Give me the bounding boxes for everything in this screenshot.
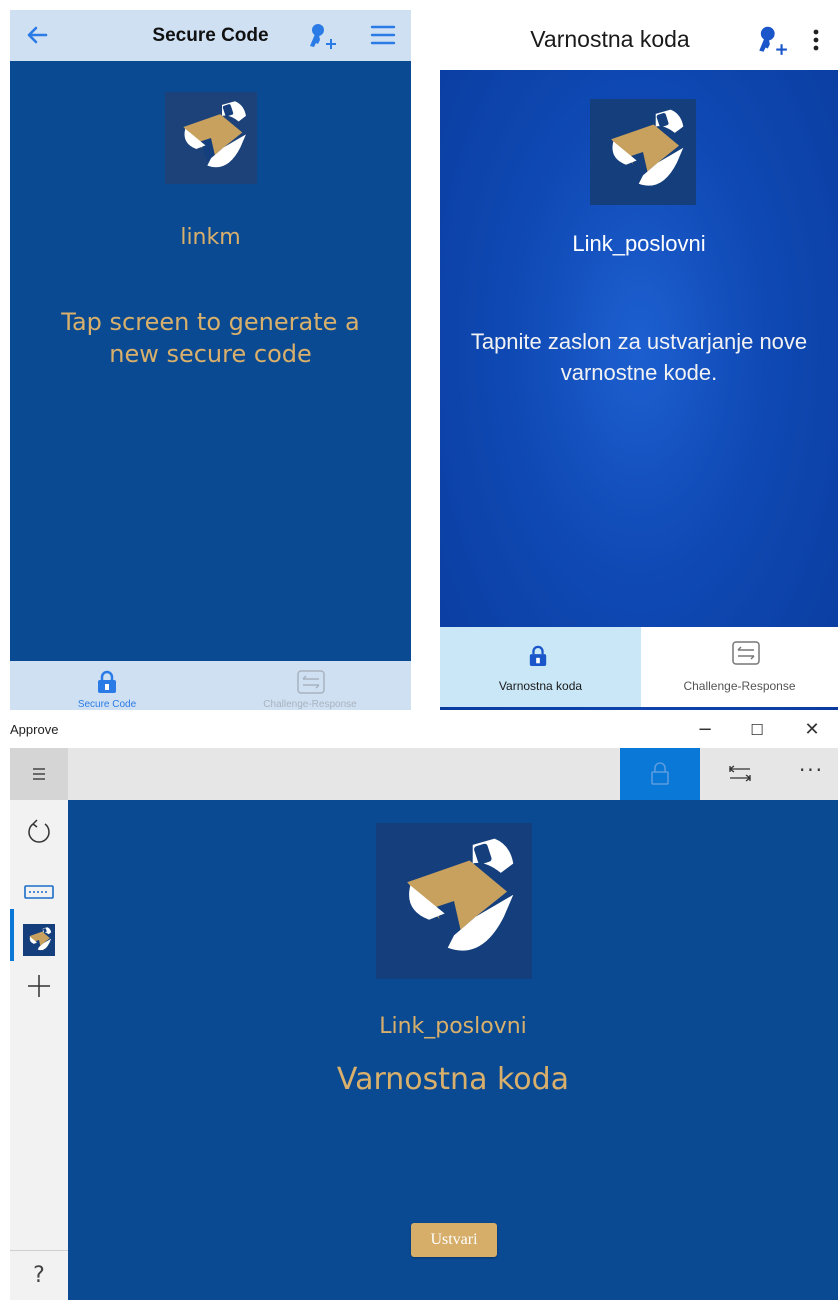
more-vertical-icon[interactable] xyxy=(812,28,820,52)
add-key-icon[interactable] xyxy=(755,23,789,57)
tab-challenge-response[interactable] xyxy=(700,748,780,800)
android-screen[interactable]: Varnostna koda Link_poslovni Tapnite zas… xyxy=(440,8,838,710)
account-logo-icon xyxy=(165,92,257,184)
nav-selection-indicator xyxy=(10,909,14,961)
lock-icon xyxy=(529,645,547,666)
tab-challenge-response[interactable] xyxy=(641,627,838,707)
windows-app-window: Approve − ☐ ✕ ··· Link_poslovni Varnostn… xyxy=(0,712,838,1300)
nav-divider xyxy=(10,1250,68,1251)
window-title: Approve xyxy=(10,722,59,737)
hamburger-menu-icon[interactable] xyxy=(370,23,396,47)
tap-instruction[interactable]: Tap screen to generate a new secure code xyxy=(40,306,381,370)
tab-varnostna-koda[interactable] xyxy=(440,627,641,707)
account-logo-icon xyxy=(376,823,532,979)
ios-screen[interactable]: Secure Code linkm Tap screen to generate… xyxy=(10,10,411,710)
challenge-response-icon xyxy=(728,765,752,782)
tab-label: Challenge-Response xyxy=(683,679,796,693)
account-name: Link_poslovni xyxy=(379,1014,527,1039)
close-button[interactable]: ✕ xyxy=(797,718,827,742)
tap-instruction[interactable]: Tapnite zaslon za ustvarjanje nove varno… xyxy=(470,326,808,388)
account-logo-icon xyxy=(590,99,696,205)
secure-code-heading: Varnostna koda xyxy=(336,1062,570,1097)
tab-label: Varnostna koda xyxy=(498,679,583,693)
tab-secure-code[interactable] xyxy=(620,748,700,800)
tab-secure-code[interactable]: Secure Code xyxy=(60,699,154,710)
hamburger-menu-icon xyxy=(33,768,45,780)
generate-button[interactable]: Ustvari xyxy=(411,1223,497,1257)
ios-page-title: Secure Code xyxy=(152,25,269,46)
account-logo-icon[interactable] xyxy=(23,924,55,956)
account-name: Link_poslovni xyxy=(572,231,706,256)
back-arrow-icon[interactable] xyxy=(24,22,50,48)
hamburger-menu-button[interactable] xyxy=(10,748,68,800)
lock-icon[interactable] xyxy=(96,670,118,694)
keyboard-icon[interactable] xyxy=(23,876,55,908)
android-page-title: Varnostna koda xyxy=(530,26,690,52)
more-options-button[interactable]: ··· xyxy=(785,748,838,800)
minimize-button[interactable]: − xyxy=(690,718,720,742)
help-button[interactable]: ? xyxy=(10,1256,68,1296)
tab-challenge-response[interactable]: Challenge-Response xyxy=(240,699,380,710)
lock-icon xyxy=(651,762,669,785)
challenge-response-icon xyxy=(732,641,760,665)
left-nav-pane xyxy=(10,800,68,1300)
add-icon[interactable] xyxy=(23,970,55,1002)
challenge-response-icon[interactable] xyxy=(296,669,326,695)
maximize-button[interactable]: ☐ xyxy=(742,718,772,742)
add-key-icon[interactable] xyxy=(306,20,338,52)
refresh-icon[interactable] xyxy=(23,816,55,848)
account-name: linkm xyxy=(180,225,241,250)
